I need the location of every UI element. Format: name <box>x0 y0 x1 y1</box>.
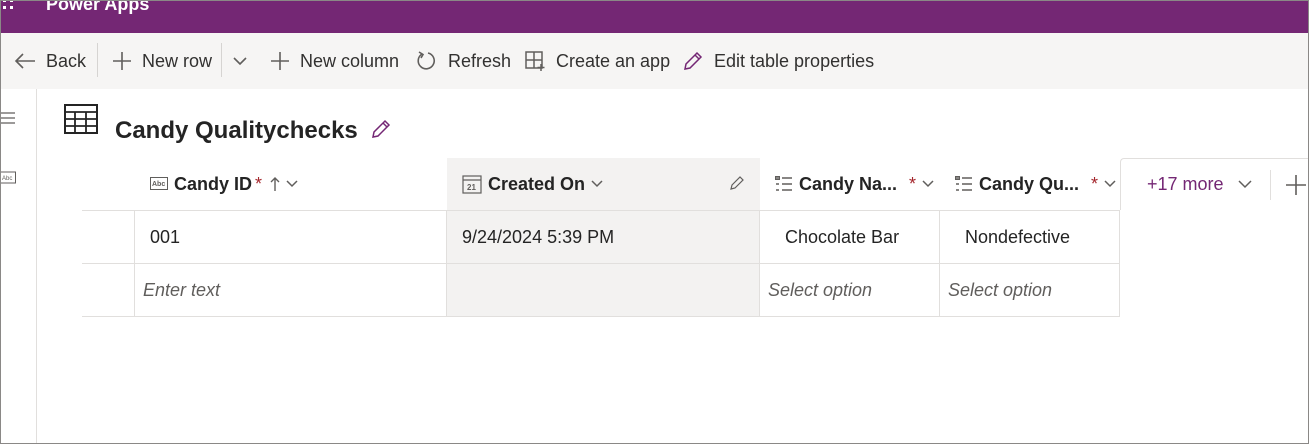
cell-candy-quality[interactable]: Nondefective <box>940 211 1119 263</box>
left-rail: Abc <box>0 89 37 444</box>
create-app-button[interactable]: Create an app <box>524 33 670 89</box>
column-label: Created On <box>488 173 586 194</box>
cell-candy-id[interactable]: 001 <box>135 211 446 263</box>
svg-text:21: 21 <box>467 183 476 192</box>
refresh-label: Refresh <box>448 50 512 71</box>
create-app-icon <box>525 51 545 71</box>
column-header-created-on[interactable]: 21 Created On <box>447 158 760 210</box>
add-column-plus-icon[interactable] <box>1285 174 1307 196</box>
text-type-icon: Abc <box>150 177 168 190</box>
table-grid-icon <box>64 104 98 134</box>
calendar-icon: 21 <box>462 175 482 194</box>
required-indicator: * <box>255 173 263 194</box>
more-columns-button[interactable]: +17 more <box>1147 174 1224 195</box>
column-edit-pencil-icon[interactable] <box>729 175 745 191</box>
choice-list-icon <box>775 176 792 191</box>
column-label: Candy Na... <box>799 173 898 194</box>
app-launcher-icon[interactable] <box>3 0 17 13</box>
svg-text:Abc: Abc <box>2 176 12 182</box>
app-title[interactable]: Power Apps <box>46 0 149 15</box>
new-column-label: New column <box>300 50 400 71</box>
chevron-down-icon <box>1104 180 1116 188</box>
toolbar-divider <box>221 43 222 77</box>
back-label: Back <box>46 50 87 71</box>
choice-list-icon <box>955 176 972 191</box>
back-arrow-icon <box>14 53 35 69</box>
new-row-dropdown-button[interactable] <box>232 33 258 89</box>
required-indicator: * <box>909 173 917 194</box>
svg-text:Abc: Abc <box>152 181 165 188</box>
chevron-down-icon[interactable] <box>1238 180 1252 189</box>
candy-id-input[interactable]: Enter text <box>135 264 446 316</box>
plus-icon <box>271 52 289 70</box>
edit-table-properties-label: Edit table properties <box>714 50 875 71</box>
edit-title-pencil-icon[interactable] <box>370 118 392 140</box>
panel-divider <box>1269 169 1271 200</box>
column-header-candy-name[interactable]: Candy Na... * <box>760 158 940 210</box>
table-title: Candy Qualitychecks <box>115 117 358 144</box>
column-header-candy-quality[interactable]: Candy Qu... * <box>940 158 1120 210</box>
sort-ascending-icon <box>270 177 280 191</box>
back-button[interactable]: Back <box>14 33 86 89</box>
edit-table-properties-button[interactable]: Edit table properties <box>682 33 874 89</box>
pencil-icon <box>684 51 703 70</box>
new-column-button[interactable]: New column <box>270 33 399 89</box>
cell-created-on[interactable]: 9/24/2024 5:39 PM <box>447 211 759 263</box>
grid-line <box>1119 210 1120 316</box>
plus-icon <box>113 52 131 70</box>
candy-quality-select[interactable]: Select option <box>940 264 1119 316</box>
new-row-label: New row <box>142 50 213 71</box>
cell-candy-name[interactable]: Chocolate Bar <box>760 211 939 263</box>
more-columns-panel: +17 more <box>1120 158 1309 210</box>
chevron-down-icon <box>233 57 247 66</box>
column-label: Candy ID <box>174 173 253 194</box>
grid-line <box>82 316 1120 317</box>
column-label: Candy Qu... <box>979 173 1080 194</box>
refresh-button[interactable]: Refresh <box>416 33 511 89</box>
hamburger-menu-icon[interactable] <box>0 111 16 125</box>
app-header-bar: Power Apps <box>0 0 1309 33</box>
create-app-label: Create an app <box>556 50 671 71</box>
chevron-down-icon <box>591 180 603 188</box>
new-row-button[interactable]: New row <box>112 33 212 89</box>
chevron-down-icon <box>286 180 298 188</box>
required-indicator: * <box>1091 173 1099 194</box>
toolbar-divider <box>97 43 98 77</box>
candy-name-select[interactable]: Select option <box>760 264 939 316</box>
chevron-down-icon <box>922 180 934 188</box>
created-on-cell <box>447 264 759 316</box>
column-header-candy-id[interactable]: Abc Candy ID * <box>135 158 447 210</box>
refresh-icon <box>417 51 435 70</box>
text-field-icon[interactable]: Abc <box>0 171 16 185</box>
command-bar: Back New row New column Refresh Create a… <box>0 33 1309 90</box>
